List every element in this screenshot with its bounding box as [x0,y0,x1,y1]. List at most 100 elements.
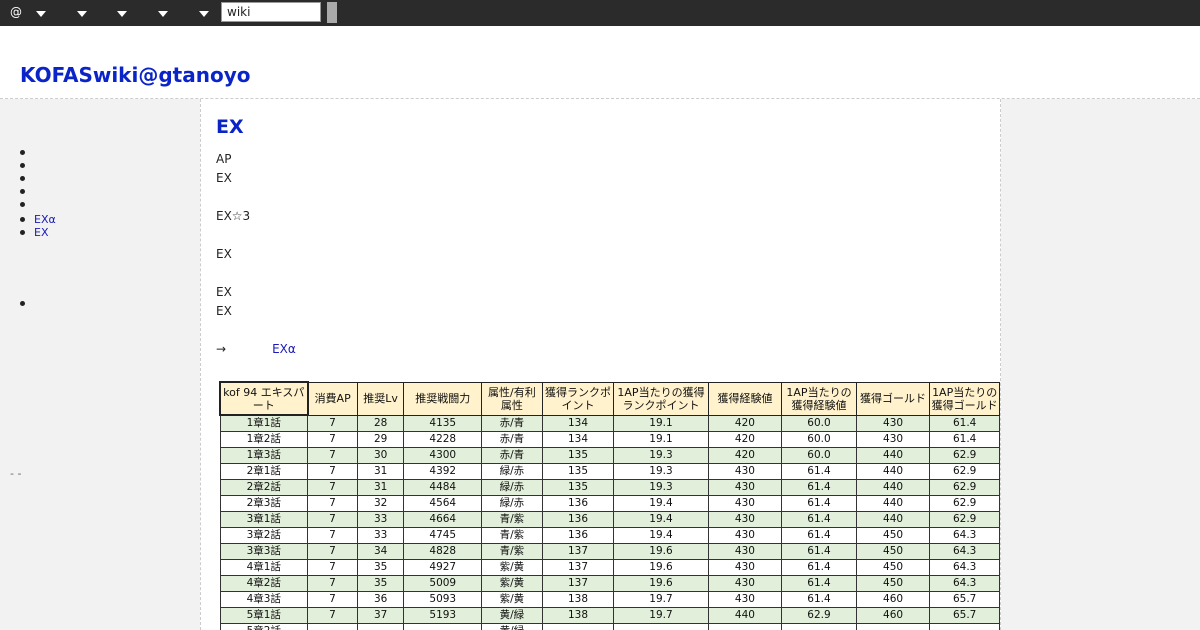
table-cell: 28 [356,414,405,432]
table-cell [707,623,783,630]
sidebar-item-exa[interactable]: EXα [20,213,56,226]
table-cell: 7 [307,495,358,512]
sidebar-item[interactable] [20,202,34,207]
text-line: EX [216,285,232,299]
table-row: 1章2話 7 29 4228 赤/青 134 19.1 420 60.0 430 61.4 [219,431,1000,448]
table-row: 1章1話 7 28 4135 赤/青 134 19.1 420 60.0 430 61.4 [219,414,1000,432]
table-cell: 420 [707,414,783,432]
table-cell: 黄/緑 [481,623,543,630]
arrow-icon: → [216,342,227,356]
table-cell: 440 [855,479,931,496]
chevron-down-icon[interactable] [158,11,168,17]
table-cell: 62.9 [929,511,1000,528]
column-header: 推奨戦闘力 [403,381,483,416]
bullet-icon [20,150,25,155]
table-cell: 31 [356,463,405,480]
table-cell: 430 [707,495,783,512]
table-header-row: kof 94 エキスパート 消費AP 推奨Lv 推奨戦闘力 属性/有利属性 獲得… [219,381,1000,416]
sidebar-link-ex[interactable]: EX [34,226,49,239]
table-cell: 136 [541,527,615,544]
table-cell: 60.0 [781,431,857,448]
table-cell: 440 [855,447,931,464]
table-cell [356,623,405,630]
table-cell: 19.4 [613,511,709,528]
table-cell: 34 [356,543,405,560]
table-cell: 19.4 [613,495,709,512]
table-cell: 7 [307,575,358,592]
table-cell: 61.4 [781,511,857,528]
sidebar-footer-dash: - - [10,467,22,480]
table-cell: 7 [307,431,358,448]
column-header: 1AP当たりの獲得ゴールド [929,381,1000,416]
table-cell: 7 [307,414,358,432]
text-line: AP [216,152,232,166]
table-cell: 2章1話 [219,463,309,480]
table-cell: 2章3話 [219,495,309,512]
nav-link-exa[interactable]: EXα [272,342,296,356]
table-cell: 64.3 [929,559,1000,576]
table-cell: 65.7 [929,607,1000,624]
chevron-down-icon[interactable] [199,11,209,17]
sidebar-item[interactable] [20,150,34,155]
table-cell: 4564 [403,495,483,512]
sidebar-item[interactable] [20,189,34,194]
table-cell: 460 [855,607,931,624]
table-cell: 430 [707,463,783,480]
sidebar-link-exa[interactable]: EXα [34,213,56,226]
bullet-icon [20,189,25,194]
table-cell: 黄/緑 [481,607,543,624]
table-cell [781,623,857,630]
sidebar-item-ex[interactable]: EX [20,226,49,239]
table-cell: 440 [855,463,931,480]
bullet-icon [20,163,25,168]
column-header: 属性/有利属性 [481,381,543,416]
main-content: EX AP EX EX☆3 EX EX EX → EXα kof 94 エキスパー… [200,99,1001,630]
table-cell: 7 [307,463,358,480]
table-row: 2章3話 7 32 4564 緑/赤 136 19.4 430 61.4 440 62.9 [219,495,1000,512]
chevron-down-icon[interactable] [77,11,87,17]
bullet-icon [20,176,25,181]
table-cell: 4300 [403,447,483,464]
table-cell: 450 [855,575,931,592]
sidebar-item[interactable] [20,163,34,168]
table-cell: 430 [707,559,783,576]
bullet-icon [20,217,25,222]
table-row: 5章1話 7 37 5193 黄/緑 138 19.7 440 62.9 460 65.7 [219,607,1000,624]
table-cell: 4392 [403,463,483,480]
search-input[interactable] [221,2,321,22]
table-cell: 7 [307,511,358,528]
table-cell: 134 [541,431,615,448]
at-menu-button[interactable]: @ [10,5,22,19]
table-cell: 61.4 [781,575,857,592]
table-cell: 37 [356,607,405,624]
table-cell [403,623,483,630]
table-cell: 32 [356,495,405,512]
table-row: 5章2話 黄/緑 [219,623,1000,630]
table-cell: 35 [356,575,405,592]
sidebar-item[interactable] [20,301,34,306]
table-cell: 1章2話 [219,431,309,448]
table-cell: 赤/青 [481,414,543,432]
table-cell: 137 [541,543,615,560]
table-cell: 430 [855,414,931,432]
sidebar-item[interactable] [20,176,34,181]
chevron-down-icon[interactable] [117,11,127,17]
text-line: EX [216,247,232,261]
table-cell: 61.4 [929,414,1000,432]
table-cell: 62.9 [929,447,1000,464]
table-cell: 420 [707,431,783,448]
table-cell: 19.3 [613,479,709,496]
table-row: 3章2話 7 33 4745 青/紫 136 19.4 430 61.4 450 64.3 [219,527,1000,544]
table-cell: 5章1話 [219,607,309,624]
table-cell: 61.4 [781,591,857,608]
chevron-down-icon[interactable] [36,11,46,17]
column-header: 獲得経験値 [707,381,783,416]
table-cell: 62.9 [929,479,1000,496]
site-title[interactable]: KOFASwiki@gtanoyo [20,63,250,87]
column-header: kof 94 エキスパート [219,381,309,416]
table-cell: 61.4 [781,527,857,544]
search-button[interactable] [327,2,337,23]
top-toolbar: @ [0,0,1200,26]
table-cell: 1章3話 [219,447,309,464]
column-header: 獲得ゴールド [855,381,931,416]
